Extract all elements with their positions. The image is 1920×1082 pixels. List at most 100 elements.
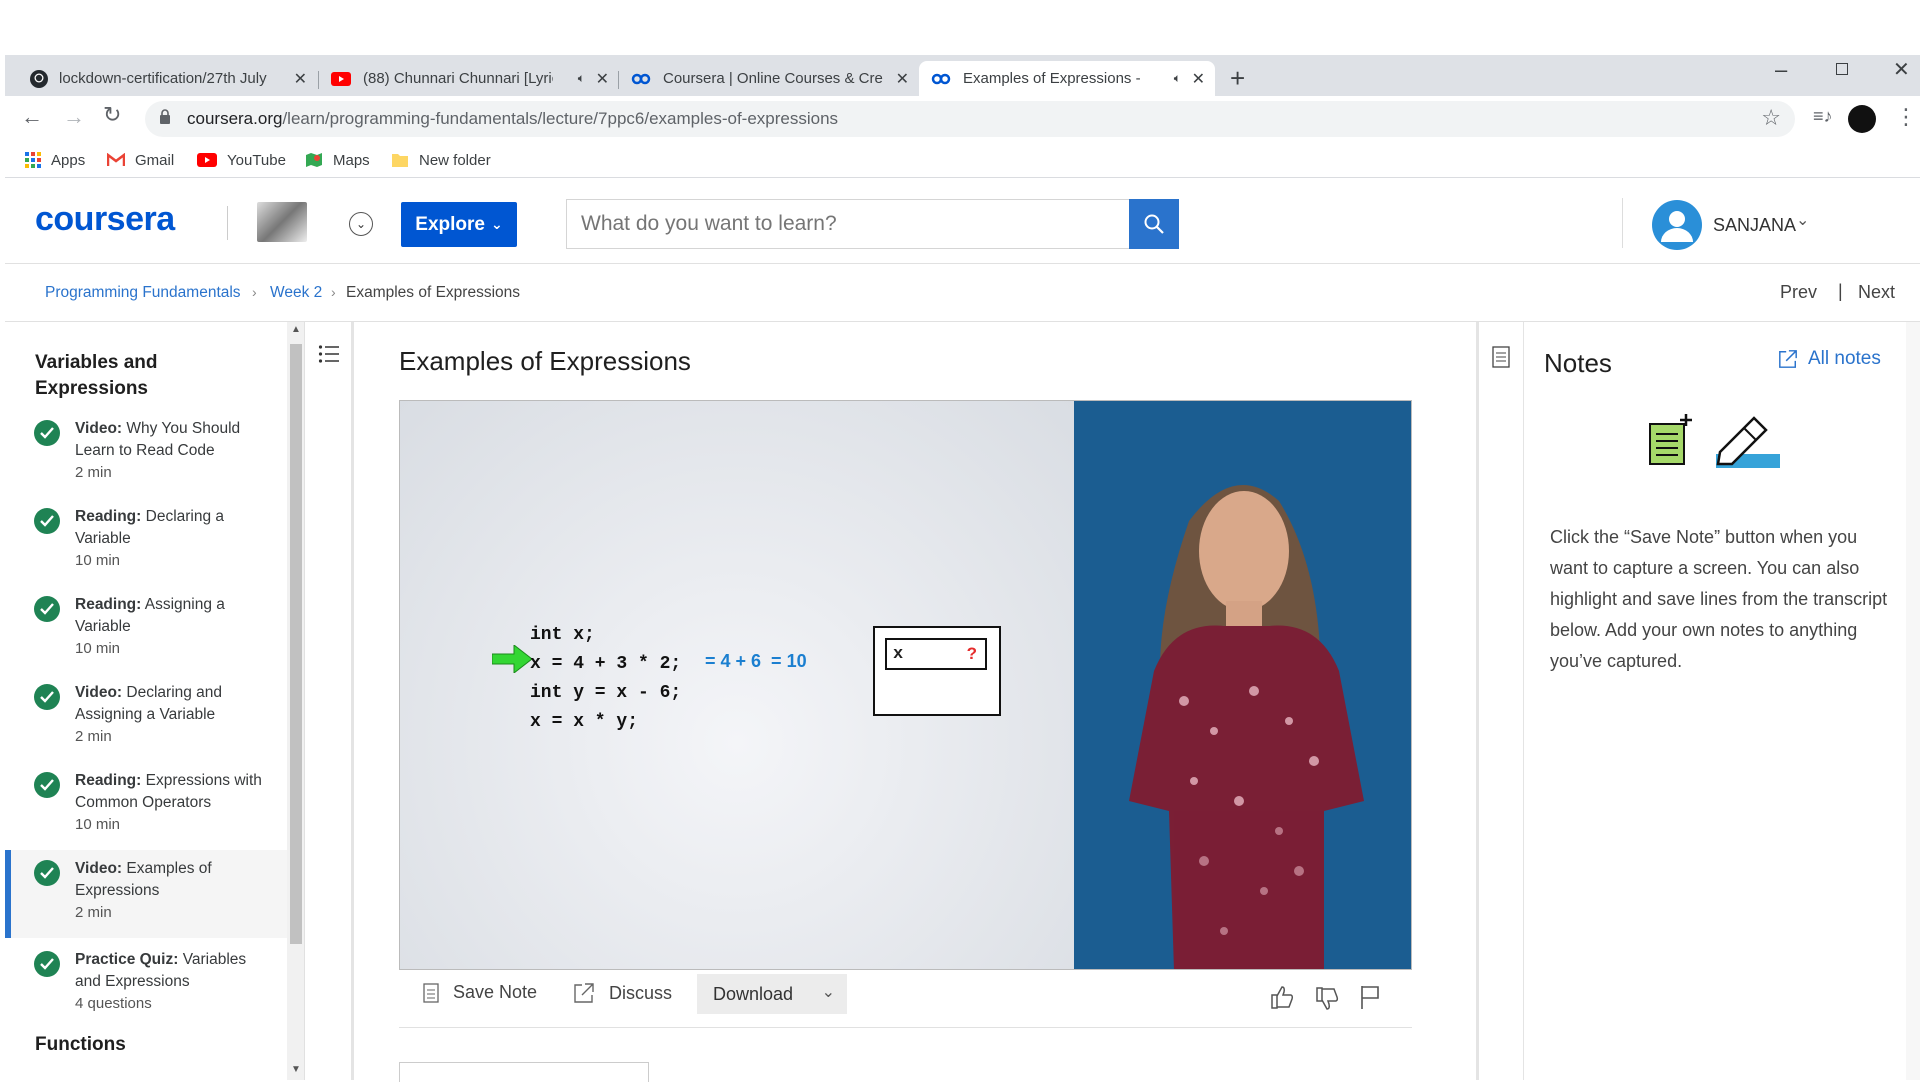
url-path: /learn/programming-fundamentals/lecture/… <box>282 109 839 128</box>
scroll-thumb[interactable] <box>290 344 302 944</box>
item-duration: 10 min <box>75 816 121 833</box>
tab-examples-active[interactable]: Examples of Expressions - D 🔈︎ ✕ <box>919 61 1215 96</box>
reload-button[interactable]: ↻ <box>103 102 121 128</box>
star-icon[interactable]: ☆ <box>1761 105 1781 131</box>
close-icon[interactable]: ✕ <box>596 69 609 89</box>
external-link-icon <box>574 983 594 1003</box>
youtube-icon <box>197 153 217 167</box>
sidebar-item-active[interactable]: Video: Examples of Expressions 2 min <box>5 850 288 938</box>
coursera-logo[interactable]: coursera <box>35 200 175 239</box>
sidebar-section-title[interactable]: Variables and Expressions <box>35 350 215 402</box>
chevron-down-icon: ⌄ <box>821 984 835 1001</box>
search-button[interactable] <box>1129 199 1179 249</box>
gmail-icon <box>107 153 125 166</box>
code-block: int x; x = 4 + 3 * 2; int y = x - 6; x =… <box>530 621 681 737</box>
tab-title: Coursera | Online Courses & Cre <box>663 70 883 87</box>
speaker-icon[interactable]: 🔈︎ <box>578 71 585 86</box>
highlighter-icon <box>1716 416 1780 468</box>
thumbs-down-icon[interactable] <box>1314 986 1340 1012</box>
bookmark-apps[interactable]: Apps <box>25 142 85 178</box>
download-button[interactable]: Download ⌄ <box>697 974 847 1014</box>
course-sidebar: Variables and Expressions Video: Why You… <box>5 322 305 1080</box>
new-tab-button[interactable]: + <box>1230 63 1245 94</box>
chevron-down-icon[interactable]: ⌄ <box>349 212 373 236</box>
github-icon <box>30 69 48 88</box>
list-icon[interactable] <box>318 344 340 364</box>
notes-scrollbar[interactable] <box>1906 322 1920 1080</box>
tab-title: (88) Chunnari Chunnari [Lyric <box>363 70 553 87</box>
speaker-icon[interactable]: 🔈︎ <box>1174 71 1181 86</box>
sidebar-item[interactable]: Reading: Assigning a Variable 10 min <box>5 594 285 674</box>
chevron-right-icon: › <box>331 284 336 300</box>
explore-button[interactable]: Explore ⌄ <box>401 202 517 247</box>
back-button[interactable]: ← <box>21 104 43 130</box>
next-link[interactable]: Next <box>1858 282 1895 303</box>
scroll-up-arrow[interactable]: ▲ <box>291 324 301 335</box>
video-player[interactable]: int x; x = 4 + 3 * 2; int y = x - 6; x =… <box>399 400 1412 970</box>
apps-grid-icon <box>25 152 41 168</box>
url-field[interactable]: coursera.org/learn/programming-fundament… <box>145 101 1795 137</box>
thumbs-up-icon[interactable] <box>1269 984 1295 1010</box>
item-duration: 2 min <box>75 464 112 481</box>
menu-icon[interactable]: ⋮ <box>1895 104 1917 130</box>
institution-logo[interactable] <box>257 202 307 242</box>
item-type: Reading: <box>75 772 142 789</box>
sidebar-item[interactable]: Video: Declaring and Assigning a Variabl… <box>5 682 285 762</box>
item-duration: 10 min <box>75 552 121 569</box>
breadcrumb-course[interactable]: Programming Fundamentals <box>45 284 241 302</box>
variable-box: x ? <box>873 626 1001 716</box>
search-icon <box>1144 214 1164 234</box>
code-line: int y = x - 6; <box>530 683 682 703</box>
close-icon[interactable]: ✕ <box>896 69 909 89</box>
breadcrumb-week[interactable]: Week 2 <box>270 284 322 302</box>
sidebar-item[interactable]: Reading: Declaring a Variable 10 min <box>5 506 285 586</box>
close-window-button[interactable]: ✕ <box>1893 57 1910 82</box>
search-input[interactable] <box>566 199 1134 249</box>
sidebar-scrollbar[interactable]: ▲ ▼ <box>287 322 304 1080</box>
check-circle-icon <box>34 860 60 886</box>
instructor-video <box>1074 401 1411 969</box>
avatar[interactable] <box>1848 105 1876 133</box>
bookmarks-bar: Apps Gmail YouTube Maps New folder <box>5 142 1920 178</box>
check-circle-icon <box>34 596 60 622</box>
bookmark-new-folder[interactable]: New folder <box>391 142 491 178</box>
close-icon[interactable]: ✕ <box>294 69 307 89</box>
lock-icon <box>159 109 170 124</box>
scroll-down-arrow[interactable]: ▼ <box>291 1064 301 1075</box>
check-circle-icon <box>34 684 60 710</box>
notes-toggle-icon[interactable] <box>1492 346 1510 368</box>
check-circle-icon <box>34 420 60 446</box>
user-avatar[interactable] <box>1652 200 1702 250</box>
bookmark-maps[interactable]: Maps <box>305 142 370 178</box>
coursera-icon <box>631 73 651 84</box>
notes-strip <box>1476 322 1524 1080</box>
forward-button[interactable]: → <box>63 104 85 130</box>
prev-link[interactable]: Prev <box>1780 282 1817 303</box>
flag-icon[interactable] <box>1359 984 1381 1010</box>
tab-coursera[interactable]: Coursera | Online Courses & Cre ✕ <box>619 61 919 96</box>
notes-title: Notes <box>1544 348 1612 378</box>
transcript-tab[interactable] <box>399 1062 649 1082</box>
user-name[interactable]: SANJANA <box>1713 215 1796 236</box>
tab-title: lockdown-certification/27th July <box>59 70 267 87</box>
tab-github[interactable]: lockdown-certification/27th July ✕ <box>17 61 317 96</box>
minimize-button[interactable]: – <box>1775 57 1787 83</box>
box-var-name: x <box>893 645 904 664</box>
discuss-button[interactable]: Discuss <box>573 982 672 1004</box>
box-var-value: ? <box>966 644 977 663</box>
sidebar-next-section-title[interactable]: Functions <box>35 1034 126 1056</box>
save-note-button[interactable]: Save Note <box>423 982 537 1003</box>
youtube-icon <box>331 71 351 86</box>
restore-button[interactable] <box>1836 63 1848 75</box>
bookmark-youtube[interactable]: YouTube <box>197 142 286 178</box>
site-header: coursera ⌄ Explore⌄ SANJANA ⌄ <box>5 182 1920 264</box>
tab-youtube[interactable]: (88) Chunnari Chunnari [Lyric 🔈︎ ✕ <box>319 61 619 96</box>
bookmark-gmail[interactable]: Gmail <box>107 142 174 178</box>
close-icon[interactable]: ✕ <box>1192 69 1205 89</box>
media-control-icon[interactable]: ≡♪ <box>1813 106 1833 127</box>
all-notes-link[interactable]: All notes <box>1778 348 1881 370</box>
chevron-down-icon[interactable]: ⌄ <box>1796 210 1809 230</box>
sidebar-item[interactable]: Video: Why You Should Learn to Read Code… <box>5 418 285 498</box>
sidebar-item[interactable]: Practice Quiz: Variables and Expressions… <box>5 949 285 1029</box>
sidebar-item[interactable]: Reading: Expressions with Common Operato… <box>5 770 285 850</box>
